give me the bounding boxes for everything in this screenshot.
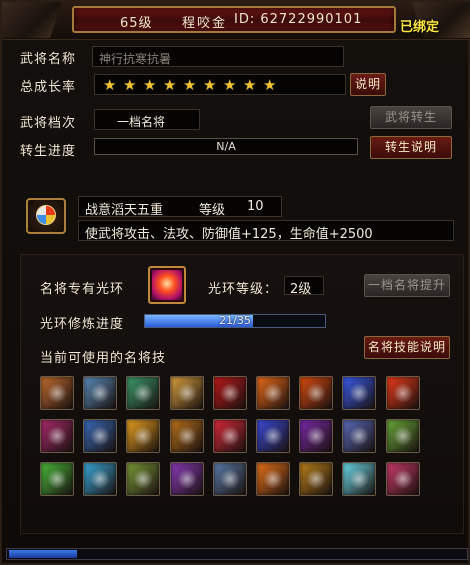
frost-wing-skill-icon[interactable] bbox=[83, 419, 118, 453]
heart-skill-icon[interactable] bbox=[212, 419, 247, 453]
star-icon: ★ bbox=[163, 76, 177, 94]
star-icon: ★ bbox=[223, 76, 237, 94]
fire-burst-skill-icon[interactable] bbox=[385, 376, 420, 410]
name-input[interactable]: 神行抗寒抗暑 bbox=[92, 46, 344, 67]
tier-value: 一档名将 bbox=[117, 115, 166, 129]
demon-skill-icon[interactable] bbox=[299, 419, 334, 453]
rebirth-explain-button[interactable]: 转生说明 bbox=[370, 136, 452, 159]
berserk-skill-icon[interactable] bbox=[385, 462, 420, 496]
star-icon: ★ bbox=[143, 76, 157, 94]
dragon-skill-icon[interactable] bbox=[169, 419, 204, 453]
nature-skill-icon[interactable] bbox=[40, 462, 74, 496]
general-name: 程咬金 bbox=[182, 16, 228, 31]
flame-sword-skill-icon[interactable] bbox=[299, 376, 334, 410]
name-input-placeholder: 神行抗寒抗暑 bbox=[99, 52, 172, 66]
aura-level-value: 2级 bbox=[290, 282, 312, 297]
aura-level-label: 光环等级： bbox=[208, 282, 279, 297]
star-icon: ★ bbox=[243, 76, 257, 94]
general-level: 65级 bbox=[120, 16, 153, 31]
aura-train-label: 光环修炼进度 bbox=[40, 317, 125, 332]
aura-icon-frame[interactable] bbox=[148, 266, 186, 304]
rock-skill-icon[interactable] bbox=[126, 462, 161, 496]
rebirth-progress-label: 转生进度 bbox=[20, 144, 77, 159]
general-info-window: 65级 程咬金 ID: 62722990101 已绑定 武将名称 神行抗寒抗暑 … bbox=[0, 0, 470, 565]
aura-train-progress: 21/35 bbox=[144, 314, 326, 328]
rank-level-label: 等级 bbox=[199, 203, 226, 218]
pillar-skill-icon[interactable] bbox=[212, 462, 247, 496]
earth-guard-skill-icon[interactable] bbox=[299, 462, 334, 496]
rank-title-box: 战意滔天五重 等级 10 bbox=[78, 196, 282, 218]
growth-explain-button[interactable]: 说明 bbox=[350, 73, 386, 96]
star-icon: ★ bbox=[103, 76, 117, 94]
skills-label: 当前可使用的名将技 bbox=[40, 351, 167, 366]
rebirth-progress-bar: N/A bbox=[94, 138, 358, 155]
ice-hand-skill-icon[interactable] bbox=[83, 462, 118, 496]
flame-slash-skill-icon[interactable] bbox=[256, 376, 290, 410]
skills-explain-button[interactable]: 名将技能说明 bbox=[364, 336, 450, 359]
shadow-claw-skill-icon[interactable] bbox=[40, 419, 74, 453]
wizard-skill-icon[interactable] bbox=[169, 462, 204, 496]
poison-skill-icon[interactable] bbox=[385, 419, 420, 453]
rank-level-value: 10 bbox=[247, 199, 264, 214]
aura-train-value: 21/35 bbox=[219, 314, 251, 327]
scrollbar-thumb[interactable] bbox=[9, 550, 77, 558]
tier-value-box: 一档名将 bbox=[94, 109, 200, 130]
horizontal-scrollbar[interactable] bbox=[6, 548, 468, 560]
vortex-skill-icon[interactable] bbox=[256, 419, 290, 453]
rank-title-name: 战意滔天五重 bbox=[85, 203, 164, 218]
tier-label: 武将档次 bbox=[20, 116, 77, 131]
crescent-skill-icon[interactable] bbox=[126, 376, 161, 410]
star-icon: ★ bbox=[123, 76, 137, 94]
general-id: ID: 62722990101 bbox=[234, 12, 363, 27]
aura-label: 名将专有光环 bbox=[40, 282, 125, 297]
holy-light-skill-icon[interactable] bbox=[342, 462, 377, 496]
spiral-skill-icon[interactable] bbox=[342, 419, 377, 453]
rebirth-button[interactable]: 武将转生 bbox=[370, 106, 452, 129]
fire-wave-skill-icon[interactable] bbox=[256, 462, 290, 496]
growth-stars: ★ ★ ★ ★ ★ ★ ★ ★ ★ bbox=[94, 74, 346, 95]
bound-status-badge: 已绑定 bbox=[400, 20, 440, 35]
aura-level-box: 2级 bbox=[284, 276, 324, 297]
aura-upgrade-button[interactable]: 一档名将提升 bbox=[364, 274, 450, 297]
phoenix-skill-icon[interactable] bbox=[126, 419, 161, 453]
crimson-slash-skill-icon[interactable] bbox=[212, 376, 247, 410]
aura-icon bbox=[152, 270, 182, 300]
hammer-skill-icon[interactable] bbox=[83, 376, 118, 410]
star-icon: ★ bbox=[183, 76, 197, 94]
rank-effect-text: 使武将攻击、法攻、防御值+125，生命值+2500 bbox=[85, 227, 373, 242]
rebirth-progress-value: N/A bbox=[216, 140, 236, 153]
axe-skill-icon[interactable] bbox=[40, 376, 74, 410]
title-ornament-left bbox=[2, 2, 62, 38]
star-icon: ★ bbox=[203, 76, 217, 94]
medal-emblem-icon bbox=[36, 205, 56, 225]
rank-medal-icon[interactable] bbox=[26, 198, 66, 234]
blade-rain-skill-icon[interactable] bbox=[169, 376, 204, 410]
title-bar: 65级 程咬金 ID: 62722990101 已绑定 bbox=[2, 2, 470, 40]
growth-label: 总成长率 bbox=[20, 80, 77, 95]
star-icon: ★ bbox=[263, 76, 277, 94]
name-label: 武将名称 bbox=[20, 52, 77, 67]
lightning-skill-icon[interactable] bbox=[342, 376, 377, 410]
rank-effect-box: 使武将攻击、法攻、防御值+125，生命值+2500 bbox=[78, 220, 454, 242]
